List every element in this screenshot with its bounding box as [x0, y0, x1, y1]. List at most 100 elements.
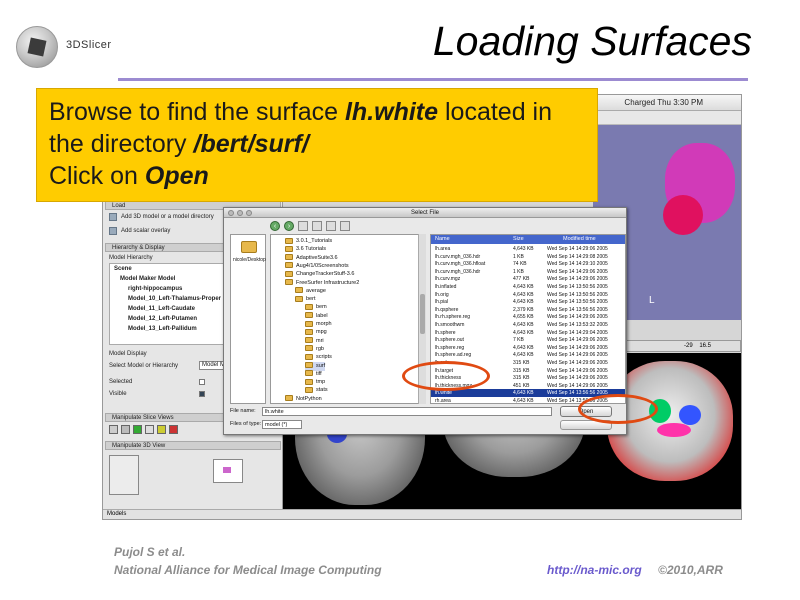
file-name: rh.area [435, 398, 451, 404]
selected-checkbox[interactable] [199, 379, 205, 385]
tree-item[interactable]: right-hippocampus [128, 286, 182, 292]
column-size-header[interactable]: Size [513, 235, 524, 244]
directory-name: FreeSurfer Infrastructure2 [296, 279, 360, 286]
detail-view-icon[interactable] [340, 221, 350, 231]
visible-checkbox[interactable] [199, 391, 205, 397]
slice-tool-icon[interactable] [109, 425, 118, 434]
tree-item[interactable]: Scene [114, 266, 132, 272]
folder-icon [285, 237, 293, 244]
places-sidebar[interactable]: nicole/Desktop [230, 234, 266, 404]
tree-item[interactable]: Model_11_Left-Caudate [128, 306, 195, 312]
directory-name: morph [316, 321, 332, 327]
directory-name: surf [316, 362, 326, 369]
directory-name: mri [316, 337, 324, 344]
dialog-title: Select File [224, 208, 626, 218]
file-name-label: File name: [230, 408, 256, 414]
folder-icon [305, 362, 313, 369]
scroll-thumb[interactable] [420, 294, 425, 334]
folder-icon [305, 337, 313, 344]
highlight-open-button [578, 394, 658, 424]
footer-authors: Pujol S et al. [114, 545, 186, 559]
directory-name: mpg [316, 329, 327, 336]
directory-name: rgb [316, 345, 324, 352]
directory-name: 3.0.1_Tutorials [296, 238, 333, 244]
slice-tool-icon[interactable] [121, 425, 130, 434]
folder-icon [305, 386, 313, 393]
select-file-dialog: Select File ‹ › nicole/Desktop 3.0.1_Tut… [223, 207, 627, 435]
list-view-icon[interactable] [326, 221, 336, 231]
callout-line-1: Browse to find the surface lh.white loca… [49, 98, 553, 126]
up-folder-icon[interactable] [298, 221, 308, 231]
dialog-nav-toolbar: ‹ › [270, 220, 470, 232]
tree-item[interactable]: Model_13_Left-Pallidum [128, 326, 197, 332]
folder-icon [305, 303, 313, 310]
surface-model-2 [663, 195, 703, 235]
view-orientation-label: L [649, 295, 655, 306]
directory-name: label [316, 312, 328, 319]
add-scalar-label[interactable]: Add scalar overlay [121, 228, 170, 234]
new-folder-icon[interactable] [312, 221, 322, 231]
slice-offset-value-2: 16.5 [699, 343, 712, 349]
slice-tool-icon[interactable] [145, 425, 154, 434]
folder-icon [305, 345, 313, 352]
directory-name: tiff [316, 370, 322, 377]
directory-name: stats [316, 387, 328, 394]
file-name-input[interactable]: lh.white [262, 407, 552, 416]
folder-icon [305, 312, 313, 319]
file-size: 4,643 KB [513, 398, 534, 404]
tree-item[interactable]: Model Maker Model [120, 276, 175, 282]
add-model-label[interactable]: Add 3D model or a model directory [121, 214, 214, 220]
slide-title: Loading Surfaces [432, 18, 752, 64]
open-emphasis: Open [144, 162, 209, 190]
3d-view-header[interactable]: Manipulate 3D View [105, 441, 281, 450]
column-name-header[interactable]: Name [435, 235, 450, 244]
segmentation-label [679, 405, 701, 425]
folder-icon [305, 328, 313, 335]
selected-label: Selected [109, 379, 133, 385]
directory-name: Aug4/1/0Screenshots [296, 262, 349, 269]
menubar-status: Charged Thu 3:30 PM [624, 98, 703, 107]
directory-name: AdaptiveSuite3.6 [296, 254, 338, 261]
tree-item[interactable]: Model_12_Left-Putamen [128, 316, 197, 322]
select-model-label: Select Model or Hierarchy [109, 363, 179, 369]
visible-label: Visible [109, 391, 127, 397]
tree-item[interactable]: Model_10_Left-Thalamus-Proper [128, 296, 221, 302]
back-arrow-icon[interactable]: ‹ [270, 221, 280, 231]
view-box-marker [223, 467, 231, 473]
model-hierarchy-label: Model Hierarchy [109, 255, 153, 261]
directory-row[interactable]: NotPython [285, 395, 322, 403]
slice-tool-icon[interactable] [133, 425, 142, 434]
status-bar: Models [103, 509, 741, 519]
files-of-type-select[interactable]: model (*) [262, 420, 302, 429]
folder-icon [285, 254, 293, 261]
footer-url[interactable]: http://na-mic.org [547, 563, 642, 577]
column-date-header[interactable]: Modified time [563, 235, 596, 244]
directory-name: bem [316, 304, 327, 311]
directory-path: /bert/surf/ [193, 130, 309, 158]
footer-copyright: ©2010,ARR [658, 563, 723, 577]
places-label[interactable]: nicole/Desktop [233, 257, 266, 263]
directory-name: tmp [316, 379, 326, 386]
folder-icon [305, 370, 313, 377]
logo-text: 3DSlicer [66, 39, 112, 51]
slicer-cube-icon [16, 26, 58, 68]
add-model-icon[interactable] [109, 213, 117, 221]
forward-arrow-icon[interactable]: › [284, 221, 294, 231]
slice-tool-icon[interactable] [157, 425, 166, 434]
folder-icon [285, 262, 293, 269]
slide: 3DSlicer Loading Surfaces Charged Thu 3:… [0, 0, 800, 600]
instruction-callout: Browse to find the surface lh.white loca… [36, 88, 598, 202]
callout-line-2: the directory /bert/surf/ [49, 130, 309, 158]
zoom-window-icon[interactable] [246, 210, 252, 216]
axes-widget[interactable] [109, 455, 139, 495]
segmentation-label [657, 423, 691, 437]
slice-tool-icon[interactable] [169, 425, 178, 434]
footer-org: National Alliance for Medical Image Comp… [114, 563, 382, 577]
folder-icon [305, 353, 313, 360]
slice-controller[interactable]: -29 16.5 [623, 340, 741, 352]
folder-icon [305, 378, 313, 385]
desktop-folder-icon[interactable] [241, 241, 257, 253]
close-window-icon[interactable] [228, 210, 234, 216]
minimize-window-icon[interactable] [237, 210, 243, 216]
add-scalar-icon[interactable] [109, 227, 117, 235]
